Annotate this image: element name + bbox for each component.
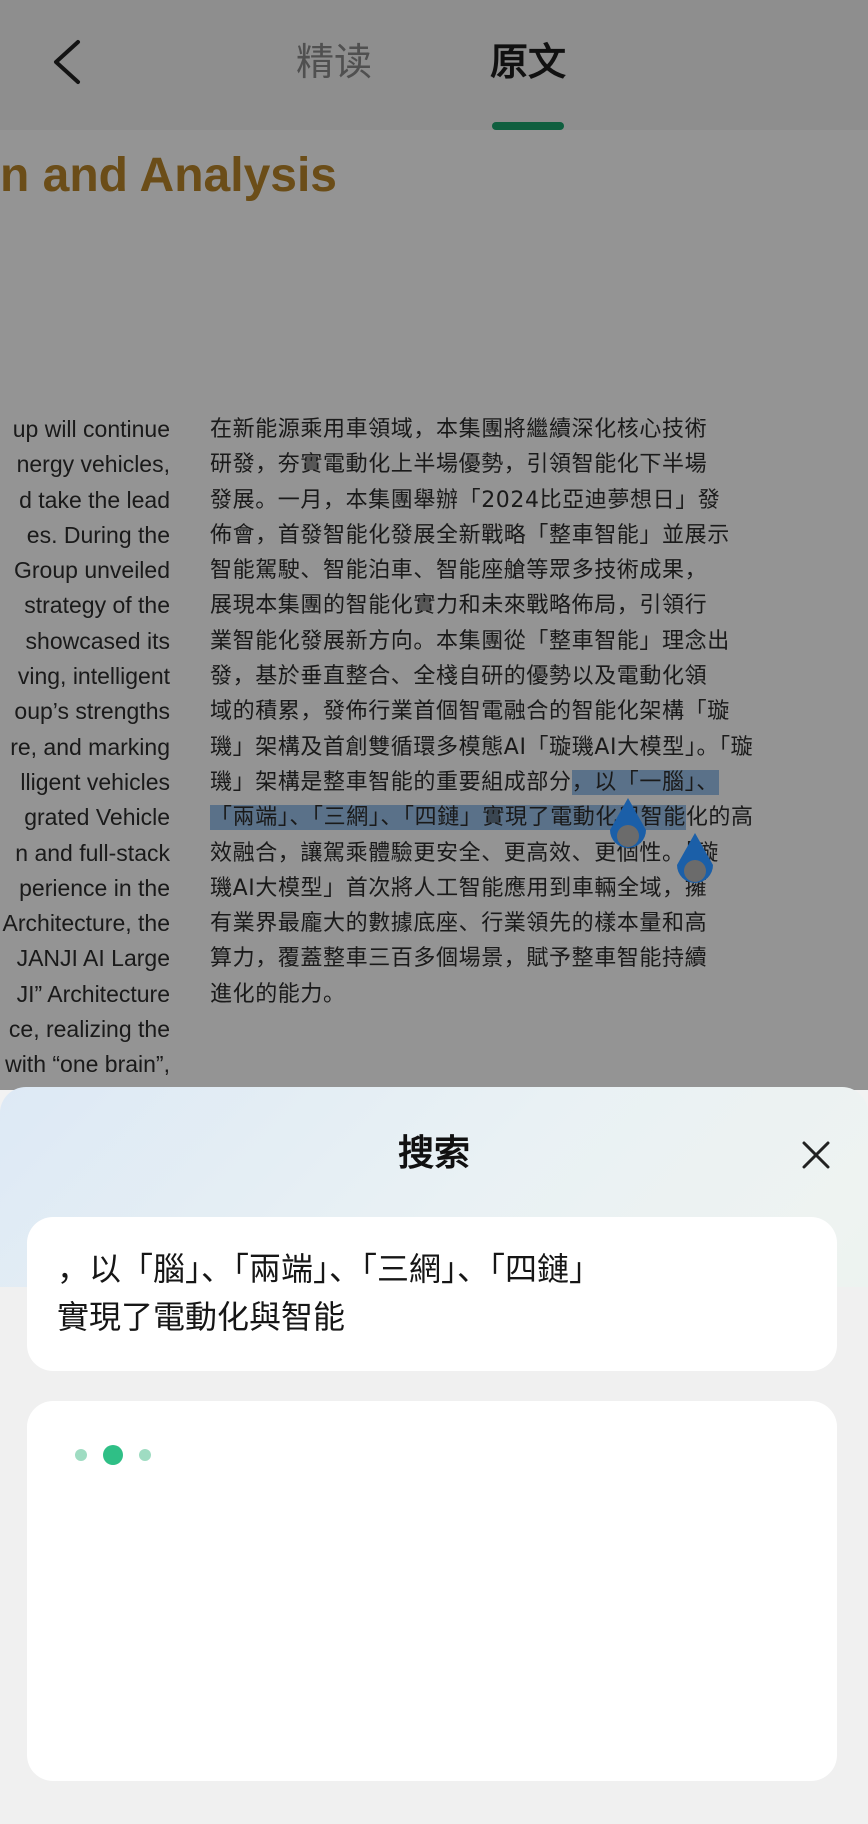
search-query-text: ，以「腦」、「兩端」、「三網」、「四鏈」 實現了電動化與智能 [57, 1250, 602, 1336]
sheet-title: 搜索 [397, 1133, 470, 1174]
loading-dot [139, 1449, 151, 1461]
loading-dot [75, 1449, 87, 1461]
close-button[interactable] [796, 1135, 836, 1175]
search-sheet: 搜索 ，以「腦」、「兩端」、「三網」、「四鏈」 實現了電動化與智能 [0, 1087, 868, 1824]
selection-handle-icon [610, 798, 646, 849]
dim-overlay[interactable] [0, 0, 868, 1090]
loading-dot [103, 1445, 123, 1465]
selection-start-handle[interactable] [604, 796, 652, 856]
selection-handle-icon [677, 833, 713, 884]
selection-end-handle[interactable] [671, 831, 719, 891]
search-query-box[interactable]: ，以「腦」、「兩端」、「三網」、「四鏈」 實現了電動化與智能 [27, 1217, 837, 1371]
close-icon [802, 1141, 830, 1169]
search-result-card [27, 1401, 837, 1781]
